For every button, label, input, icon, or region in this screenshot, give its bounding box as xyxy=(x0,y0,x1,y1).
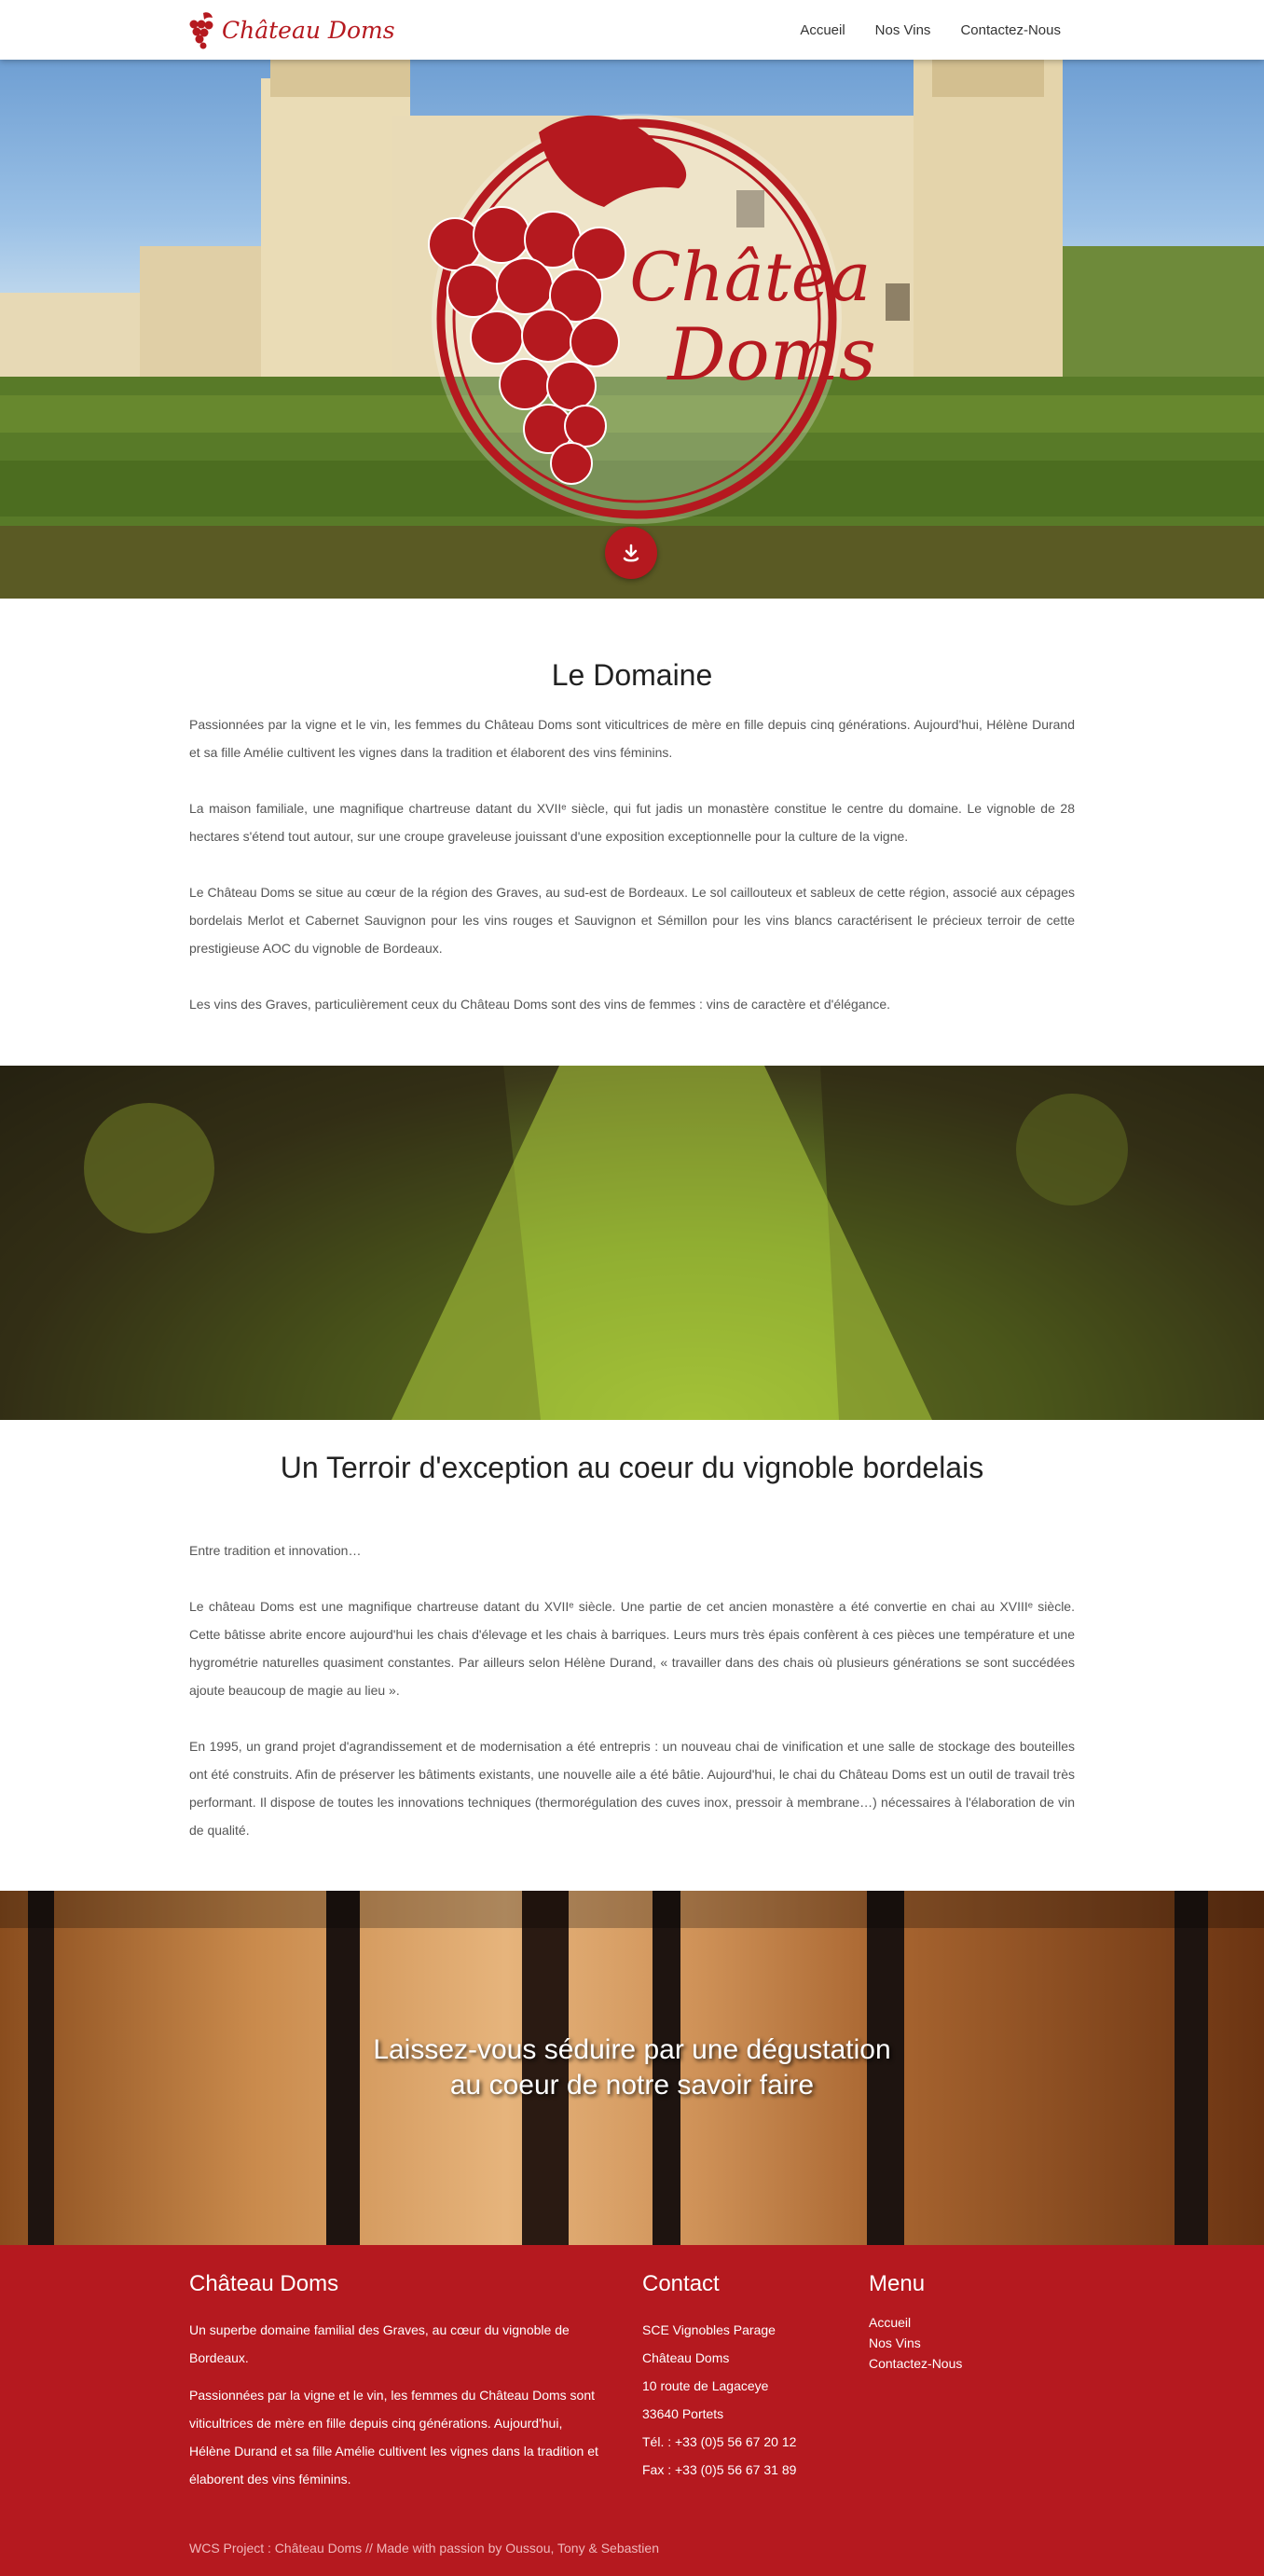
main-nav: Accueil Nos Vins Contactez-Nous xyxy=(800,0,1061,60)
footer-contact-title: Contact xyxy=(642,2271,720,2296)
hero-banner: Château Doms xyxy=(0,60,1264,599)
contact-line: 10 route de Lagaceye xyxy=(642,2378,769,2393)
domaine-paragraph: Le Château Doms se situe au cœur de la r… xyxy=(189,885,1075,956)
footer-about-paragraph: Passionnées par la vigne et le vin, les … xyxy=(189,2388,598,2486)
barrels-caption-line2: au coeur de notre savoir faire xyxy=(449,2070,815,2101)
domaine-title: Le Domaine xyxy=(551,658,713,692)
emblem-word-chateau: Château xyxy=(629,238,874,316)
contact-line: SCE Vignobles Parage xyxy=(642,2322,776,2337)
footer-link-nos-vins[interactable]: Nos Vins xyxy=(869,2333,1055,2353)
footer-about-title: Château Doms xyxy=(189,2271,339,2296)
grape-logo-icon xyxy=(189,12,213,49)
barrels-caption-line1: Laissez-vous séduire par une dégustation xyxy=(373,2034,891,2065)
footer-link-contact[interactable]: Contactez-Nous xyxy=(869,2353,1055,2374)
footer-menu: Accueil Nos Vins Contactez-Nous xyxy=(869,2312,1055,2374)
contact-line: 33640 Portets xyxy=(642,2406,724,2421)
footer-menu-title: Menu xyxy=(869,2271,926,2296)
footer-link-accueil[interactable]: Accueil xyxy=(869,2312,1055,2333)
barrels-caption: Laissez-vous séduire par une dégustation… xyxy=(0,2032,1264,2103)
domaine-paragraph: La maison familiale, une magnifique char… xyxy=(189,801,1075,844)
emblem-word-doms: Doms xyxy=(666,313,874,397)
contact-line: Château Doms xyxy=(642,2350,730,2365)
vineyard-rows-graphic xyxy=(0,1066,1264,1420)
nav-link-accueil[interactable]: Accueil xyxy=(800,22,845,38)
barrels-banner: Laissez-vous séduire par une dégustation… xyxy=(0,1891,1264,2245)
terroir-title: Un Terroir d'exception au coeur du vigno… xyxy=(280,1451,984,1484)
footer: Château Doms Un superbe domaine familial… xyxy=(0,2245,1264,2576)
scroll-down-button[interactable] xyxy=(605,527,657,579)
terroir-paragraph: Entre tradition et innovation… xyxy=(189,1543,362,1558)
footer-credits: WCS Project : Château Doms // Made with … xyxy=(189,2541,659,2555)
download-arrow-icon xyxy=(623,544,639,562)
vineyard-image xyxy=(0,1066,1264,1420)
domaine-paragraph: Passionnées par la vigne et le vin, les … xyxy=(189,717,1075,760)
terroir-paragraph: Le château Doms est une magnifique chart… xyxy=(189,1599,1075,1698)
contact-phone: Tél. : +33 (0)5 56 67 20 12 xyxy=(642,2434,797,2449)
footer-about-paragraph: Un superbe domaine familial des Graves, … xyxy=(189,2322,570,2365)
domaine-paragraph: Les vins des Graves, particulièrement ce… xyxy=(189,997,891,1012)
chateau-doms-emblem: Château Doms xyxy=(428,114,874,524)
contact-fax: Fax : +33 (0)5 56 67 31 89 xyxy=(642,2462,797,2477)
brand-name: Château Doms xyxy=(222,16,395,44)
terroir-paragraph: En 1995, un grand projet d'agrandissemen… xyxy=(189,1739,1075,1838)
terroir-text: Entre tradition et innovation… Le châtea… xyxy=(189,1536,1075,1872)
footer-about-text: Un superbe domaine familial des Graves, … xyxy=(189,2316,599,2502)
nav-link-contact[interactable]: Contactez-Nous xyxy=(960,22,1061,38)
domaine-text: Passionnées par la vigne et le vin, les … xyxy=(189,710,1075,1046)
brand-logo-link[interactable]: Château Doms xyxy=(186,6,395,54)
footer-contact-text: SCE Vignobles Parage Château Doms 10 rou… xyxy=(642,2316,847,2484)
navbar: Château Doms Accueil Nos Vins Contactez-… xyxy=(0,0,1264,60)
nav-link-nos-vins[interactable]: Nos Vins xyxy=(875,22,931,38)
